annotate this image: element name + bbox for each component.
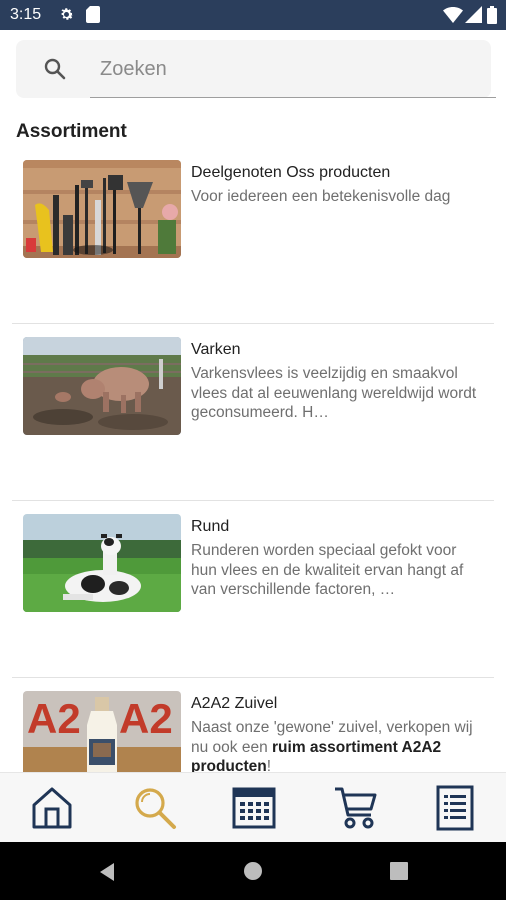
list-icon	[436, 785, 474, 831]
search-icon	[43, 57, 67, 86]
cow-image	[23, 514, 181, 612]
list-item[interactable]: Varken Varkensvlees is veelzijdig en sma…	[12, 337, 494, 514]
battery-icon	[487, 6, 497, 29]
item-description-text-end: !	[266, 758, 272, 772]
list-item[interactable]: A2 A2 A2A2 Zuivel Naast onze 'gewone' zu…	[12, 691, 494, 772]
divider	[12, 500, 494, 501]
divider	[12, 323, 494, 324]
system-navigation-bar	[0, 842, 506, 900]
nav-calendar[interactable]	[212, 773, 292, 843]
item-description: Varkensvlees is veelzijdig en smaakvol v…	[191, 365, 477, 421]
nav-list[interactable]	[415, 773, 495, 843]
bottom-navigation	[0, 772, 506, 843]
item-title: Rund	[191, 518, 230, 535]
item-description: Runderen worden speciaal gefokt voor hun…	[191, 542, 464, 598]
home-button-icon[interactable]	[243, 861, 263, 881]
signal-icon	[465, 6, 482, 28]
divider	[12, 677, 494, 678]
search-bar[interactable]	[16, 40, 496, 98]
back-icon[interactable]	[96, 861, 116, 883]
status-bar: 3:15	[0, 0, 506, 30]
section-title: Assortiment	[16, 121, 127, 142]
search-field[interactable]	[90, 40, 496, 98]
item-title: Deelgenoten Oss producten	[191, 164, 391, 181]
list-item[interactable]: Deelgenoten Oss producten Voor iedereen …	[12, 160, 494, 337]
search-input[interactable]	[100, 54, 480, 84]
nav-cart[interactable]	[313, 773, 393, 843]
search-icon	[135, 788, 176, 829]
image-label-right: A2	[119, 695, 173, 742]
pig-image	[23, 337, 181, 435]
status-time: 3:15	[10, 6, 42, 23]
nav-search[interactable]	[112, 773, 192, 843]
list-item[interactable]: Rund Runderen worden speciaal gefokt voo…	[12, 514, 494, 691]
nav-home[interactable]	[11, 773, 91, 843]
home-icon	[32, 787, 72, 829]
item-title: Varken	[191, 341, 241, 358]
item-description: Naast onze 'gewone' zuivel, verkopen wij…	[191, 718, 486, 772]
item-description: Voor iedereen een betekenisvolle dag	[191, 188, 451, 205]
recent-apps-icon[interactable]	[390, 862, 408, 880]
settings-icon	[58, 6, 75, 28]
image-label-left: A2	[27, 695, 81, 742]
wifi-icon	[443, 6, 463, 28]
garden-tools-image	[23, 160, 181, 258]
item-title: A2A2 Zuivel	[191, 695, 278, 712]
cart-icon	[335, 787, 377, 829]
calendar-icon	[232, 787, 276, 829]
milk-bottle-image: A2 A2	[23, 691, 181, 772]
sd-card-icon	[86, 6, 100, 28]
assortment-list[interactable]: Deelgenoten Oss producten Voor iedereen …	[12, 160, 494, 772]
